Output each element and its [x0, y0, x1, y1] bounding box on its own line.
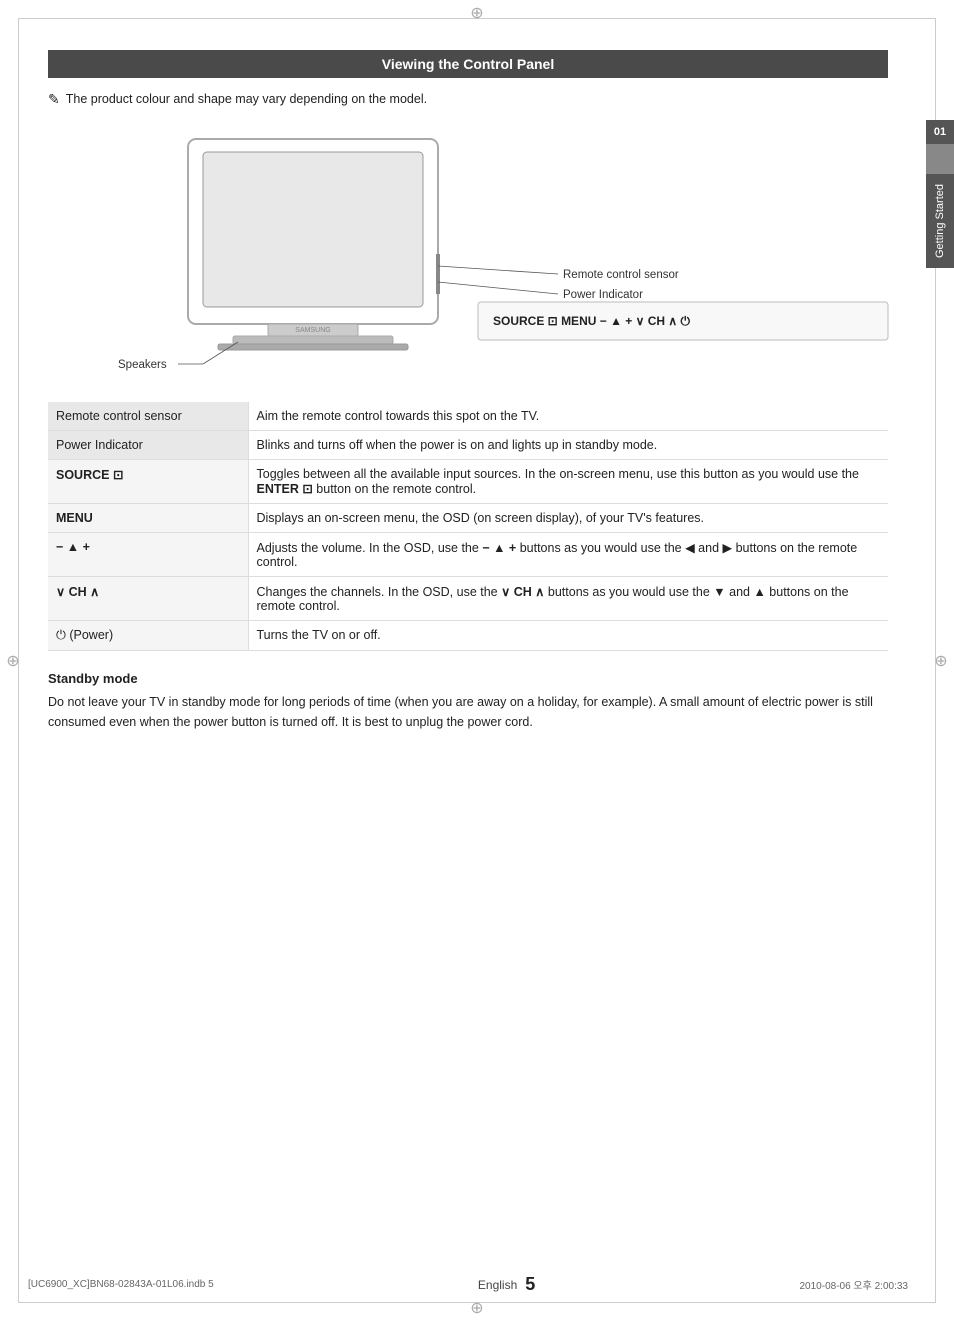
feature-description: Aim the remote control towards this spot… [248, 402, 888, 431]
svg-text:Remote control sensor: Remote control sensor [563, 269, 679, 281]
table-row: Power Indicator Blinks and turns off whe… [48, 431, 888, 460]
standby-title: Standby mode [48, 671, 888, 686]
footer-date-info: 2010-08-06 오후 2:00:33 [800, 1277, 908, 1292]
side-tab: 01 Getting Started [926, 120, 954, 268]
feature-table: Remote control sensor Aim the remote con… [48, 402, 888, 651]
reg-mark-right: ⊕ [932, 652, 950, 670]
reg-mark-bottom: ⊕ [468, 1299, 486, 1317]
svg-text:SOURCE ⊡ MENU − ▲ + ∨ CH ∧: SOURCE ⊡ MENU − ▲ + ∨ CH ∧ ⏻ [493, 314, 691, 328]
feature-label: SOURCE ⊡ [48, 460, 248, 504]
feature-description: Adjusts the volume. In the OSD, use the … [248, 533, 888, 577]
side-tab-number: 01 [934, 120, 946, 144]
note-icon: ✎ [48, 91, 60, 108]
tv-diagram: SAMSUNG Remote control sensor Power Indi… [48, 124, 888, 384]
feature-label: Power Indicator [48, 431, 248, 460]
page-number-area: English 5 [478, 1274, 535, 1295]
table-row: Remote control sensor Aim the remote con… [48, 402, 888, 431]
main-content: Viewing the Control Panel ✎ The product … [28, 30, 908, 752]
tv-illustration-svg: SAMSUNG Remote control sensor Power Indi… [48, 124, 928, 384]
table-row: MENU Displays an on-screen menu, the OSD… [48, 504, 888, 533]
language-label: English [478, 1278, 517, 1292]
table-row: ∨ CH ∧ Changes the channels. In the OSD,… [48, 577, 888, 621]
note-text: The product colour and shape may vary de… [66, 92, 427, 106]
feature-description: Displays an on-screen menu, the OSD (on … [248, 504, 888, 533]
side-tab-text: Getting Started [934, 174, 946, 268]
reg-mark-top: ⊕ [468, 4, 486, 22]
table-row: ⏻ (Power) Turns the TV on or off. [48, 621, 888, 651]
standby-text: Do not leave your TV in standby mode for… [48, 692, 888, 732]
table-row: SOURCE ⊡ Toggles between all the availab… [48, 460, 888, 504]
page-number: 5 [525, 1274, 535, 1295]
table-row: − ▲ + Adjusts the volume. In the OSD, us… [48, 533, 888, 577]
feature-description: Blinks and turns off when the power is o… [248, 431, 888, 460]
feature-label: − ▲ + [48, 533, 248, 577]
feature-label: ∨ CH ∧ [48, 577, 248, 621]
reg-mark-left: ⊕ [4, 652, 22, 670]
note-line: ✎ The product colour and shape may vary … [48, 92, 888, 108]
page-footer: [UC6900_XC]BN68-02843A-01L06.indb 5 Engl… [28, 1274, 908, 1295]
standby-section: Standby mode Do not leave your TV in sta… [48, 671, 888, 732]
feature-label: Remote control sensor [48, 402, 248, 431]
feature-description: Changes the channels. In the OSD, use th… [248, 577, 888, 621]
feature-description: Toggles between all the available input … [248, 460, 888, 504]
svg-text:Power Indicator: Power Indicator [563, 289, 643, 301]
section-title: Viewing the Control Panel [48, 50, 888, 78]
feature-description: Turns the TV on or off. [248, 621, 888, 651]
footer-file-info: [UC6900_XC]BN68-02843A-01L06.indb 5 [28, 1279, 214, 1290]
svg-text:Speakers: Speakers [118, 359, 167, 371]
svg-text:SAMSUNG: SAMSUNG [295, 327, 330, 334]
feature-label: MENU [48, 504, 248, 533]
feature-label: ⏻ (Power) [48, 621, 248, 651]
